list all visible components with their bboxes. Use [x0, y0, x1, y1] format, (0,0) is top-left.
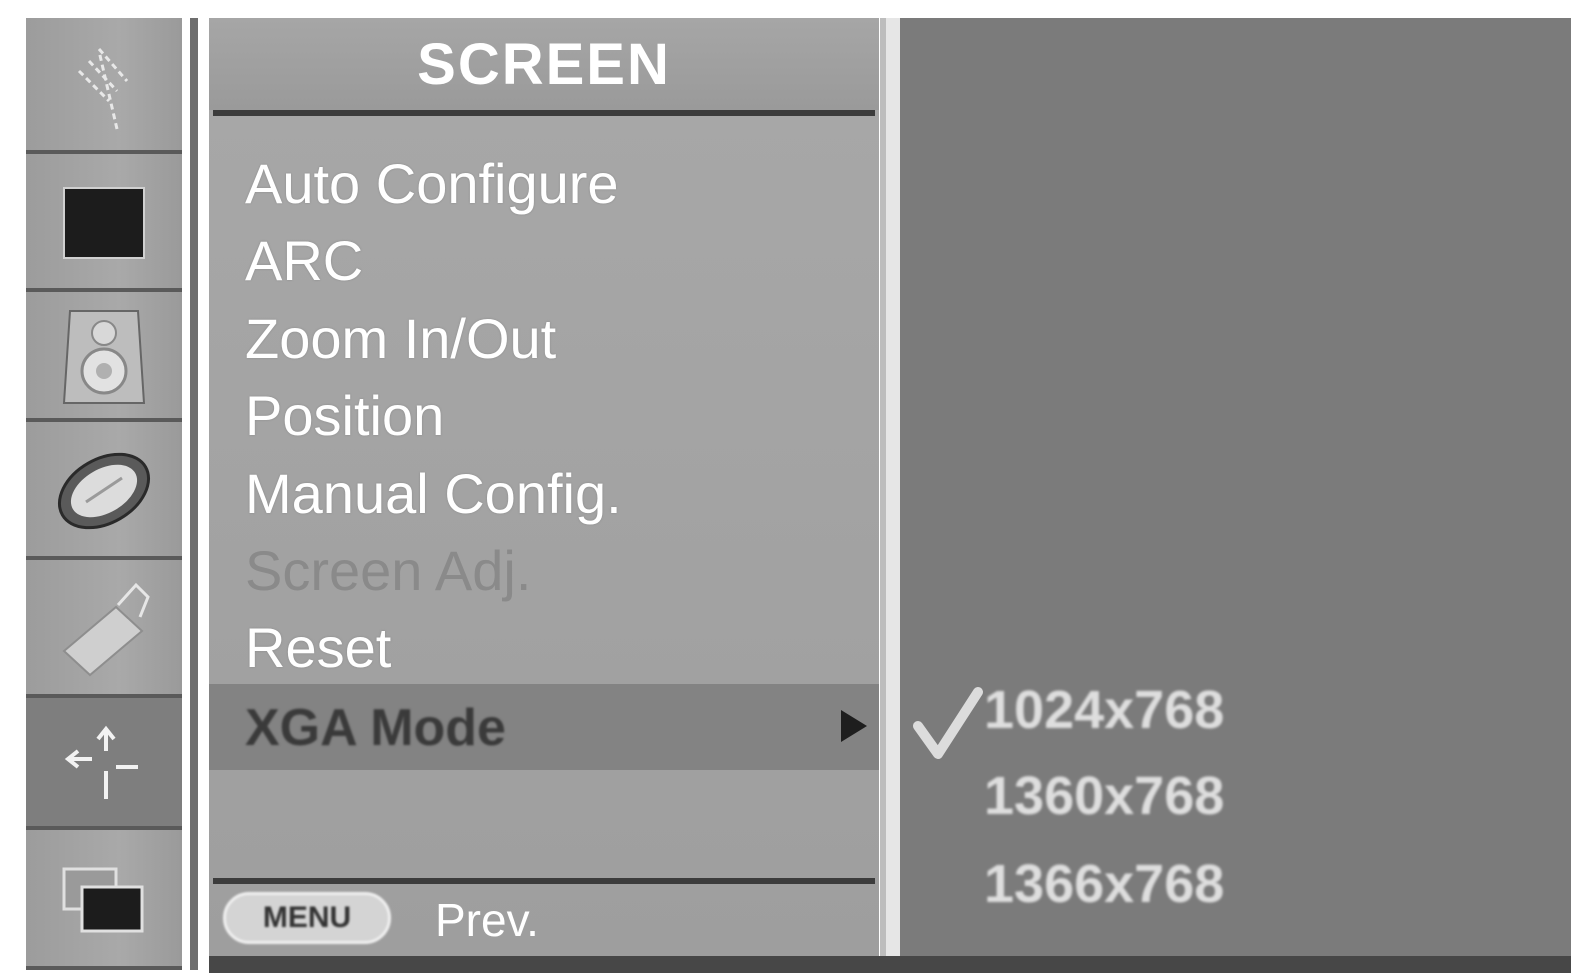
- menu-item-position[interactable]: Position: [245, 380, 444, 452]
- title-divider: [213, 110, 875, 116]
- screen-adjust-icon: [64, 725, 138, 799]
- prev-label: Prev.: [435, 894, 539, 946]
- pip-icon: [62, 867, 144, 933]
- submenu-item-1024x768[interactable]: 1024x768: [984, 670, 1224, 750]
- screen-menu: SCREEN Auto Configure ARC Zoom In/Out Po…: [209, 18, 879, 970]
- antenna-icon: [77, 48, 129, 130]
- sidebar-item-screen[interactable]: [26, 698, 182, 830]
- menu-button[interactable]: MENU: [223, 892, 391, 944]
- submenu-item-1366x768[interactable]: 1366x768: [984, 844, 1224, 924]
- sidebar-item-time[interactable]: [26, 422, 182, 560]
- menu-title: SCREEN: [209, 18, 879, 110]
- footer-divider: [213, 878, 875, 884]
- sidebar-item-antenna[interactable]: [26, 18, 182, 154]
- menu-item-screen-adj: Screen Adj.: [245, 539, 532, 602]
- submenu-item-1360x768[interactable]: 1360x768: [984, 756, 1224, 836]
- menu-item-reset[interactable]: Reset: [245, 612, 391, 684]
- sidebar-item-pip[interactable]: [26, 830, 182, 970]
- option-icon: [62, 582, 150, 677]
- sidebar-divider: [190, 18, 198, 970]
- submenu-arrow-icon: [841, 710, 867, 742]
- sidebar-item-picture[interactable]: [26, 154, 182, 292]
- xga-submenu: 1024x768 1360x768 1366x768: [900, 18, 1571, 970]
- disc-icon: [57, 452, 151, 530]
- picture-icon: [63, 187, 145, 259]
- speaker-icon: [62, 310, 146, 404]
- menu-item-arc[interactable]: ARC: [245, 225, 363, 297]
- menu-item-xga-mode-label: XGA Mode: [245, 699, 506, 757]
- menu-item-manual-config[interactable]: Manual Config.: [245, 458, 622, 530]
- sidebar-item-option[interactable]: [26, 560, 182, 698]
- sidebar: [26, 18, 182, 970]
- panel-divider-shade: [880, 18, 886, 970]
- menu-item-auto-configure[interactable]: Auto Configure: [245, 148, 619, 220]
- sidebar-item-sound[interactable]: [26, 292, 182, 422]
- bottom-edge: [209, 956, 1571, 973]
- check-icon: [913, 687, 983, 759]
- menu-item-zoom[interactable]: Zoom In/Out: [245, 303, 556, 375]
